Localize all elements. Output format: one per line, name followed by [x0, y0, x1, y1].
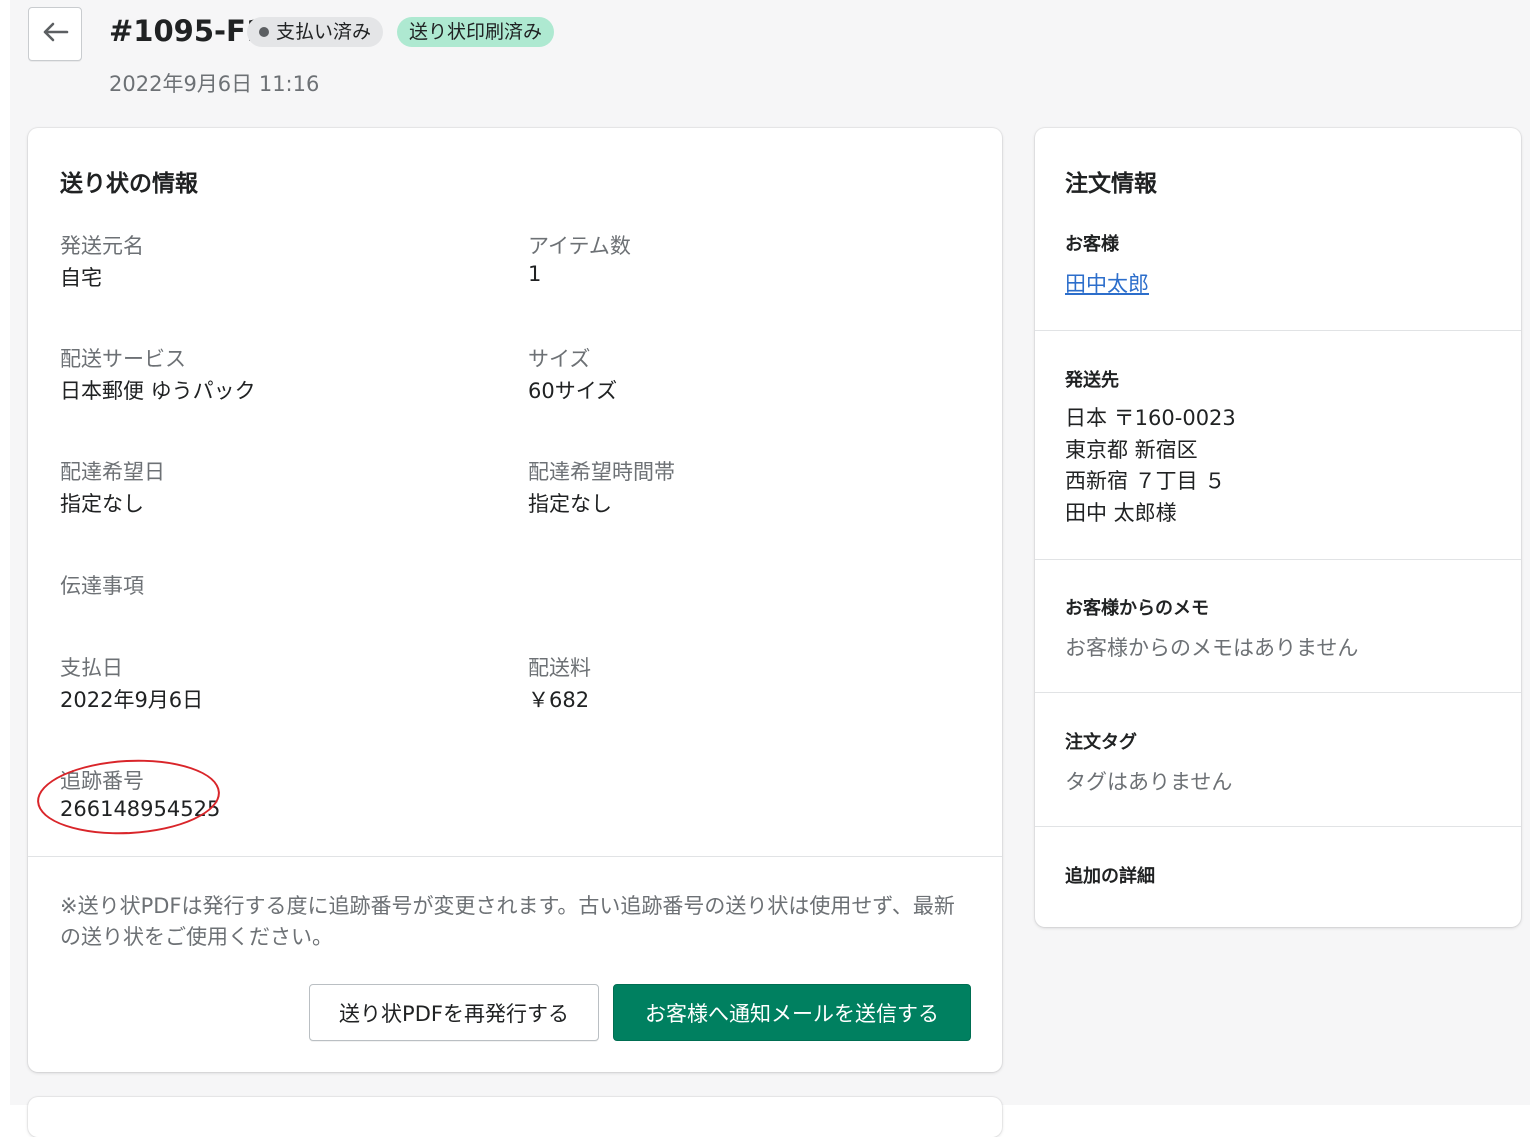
tracking-label: 追跡番号: [60, 769, 144, 793]
reissue-pdf-button[interactable]: 送り状PDFを再発行する: [309, 984, 599, 1041]
delivery-time-value: 指定なし: [528, 492, 612, 516]
invoice-card-title: 送り状の情報: [60, 171, 198, 197]
size-value: 60サイズ: [528, 379, 618, 403]
item-count-label: アイテム数: [528, 234, 631, 258]
service-value: 日本郵便 ゆうパック: [60, 379, 256, 403]
section-divider: [1035, 692, 1521, 693]
send-notification-button[interactable]: お客様へ通知メールを送信する: [613, 984, 971, 1041]
item-count-value: 1: [528, 262, 542, 286]
order-date: 2022年9月6日 11:16: [109, 72, 320, 96]
back-button[interactable]: [28, 7, 82, 61]
status-dot-icon: [259, 27, 269, 37]
arrow-left-icon: [41, 21, 69, 47]
tracking-number: 266148954525: [60, 797, 221, 821]
payment-date-value: 2022年9月6日: [60, 688, 204, 712]
size-label: サイズ: [528, 347, 591, 371]
shipping-address: 日本 〒160-0023 東京都 新宿区 西新宿 ７丁目 ５ 田中 太郎様: [1065, 403, 1236, 529]
order-tags-text: タグはありません: [1065, 770, 1233, 794]
page-background: #1095-F1 支払い済み 送り状印刷済み 2022年9月6日 11:16 送…: [10, 0, 1530, 1137]
order-tags-heading: 注文タグ: [1065, 732, 1137, 753]
next-card-edge: [28, 1097, 1002, 1137]
section-divider: [1035, 330, 1521, 331]
order-number: #1095-F1: [109, 14, 267, 48]
address-line: 東京都 新宿区: [1065, 437, 1198, 462]
section-divider: [1035, 559, 1521, 560]
customer-heading: お客様: [1065, 234, 1119, 255]
shipping-fee-label: 配送料: [528, 656, 591, 680]
order-info-card: 注文情報 お客様 田中太郎 発送先 日本 〒160-0023 東京都 新宿区 西…: [1035, 128, 1521, 927]
delivery-date-value: 指定なし: [60, 492, 144, 516]
reissue-warning-note: ※送り状PDFは発行する度に追跡番号が変更されます。古い追跡番号の送り状は使用せ…: [60, 894, 955, 949]
payment-status-badge: 支払い済み: [247, 17, 384, 47]
sender-value: 自宅: [60, 266, 102, 290]
fulfillment-status-badge: 送り状印刷済み: [397, 17, 555, 47]
card-divider: [28, 856, 1002, 857]
delivery-date-label: 配達希望日: [60, 460, 165, 484]
customer-memo-heading: お客様からのメモ: [1065, 598, 1209, 619]
customer-name-link[interactable]: 田中太郎: [1065, 268, 1149, 298]
order-info-title: 注文情報: [1065, 171, 1157, 197]
payment-status-label: 支払い済み: [276, 21, 372, 43]
invoice-info-card: 送り状の情報 発送元名 自宅 アイテム数 1 配送サービス 日本郵便 ゆうパック…: [28, 128, 1002, 1072]
address-line: 日本 〒160-0023: [1065, 406, 1236, 430]
sender-label: 発送元名: [60, 234, 144, 258]
address-line: 田中 太郎様: [1065, 500, 1177, 525]
additional-details-heading: 追加の詳細: [1065, 866, 1155, 887]
shipping-fee-value: ￥682: [528, 688, 590, 712]
payment-date-label: 支払日: [60, 656, 123, 680]
message-label: 伝達事項: [60, 574, 144, 598]
customer-memo-text: お客様からのメモはありません: [1065, 636, 1359, 660]
delivery-time-label: 配達希望時間帯: [528, 460, 675, 484]
shipping-address-heading: 発送先: [1065, 370, 1119, 391]
service-label: 配送サービス: [60, 347, 186, 371]
section-divider: [1035, 826, 1521, 827]
address-line: 西新宿 ７丁目 ５: [1065, 469, 1226, 493]
